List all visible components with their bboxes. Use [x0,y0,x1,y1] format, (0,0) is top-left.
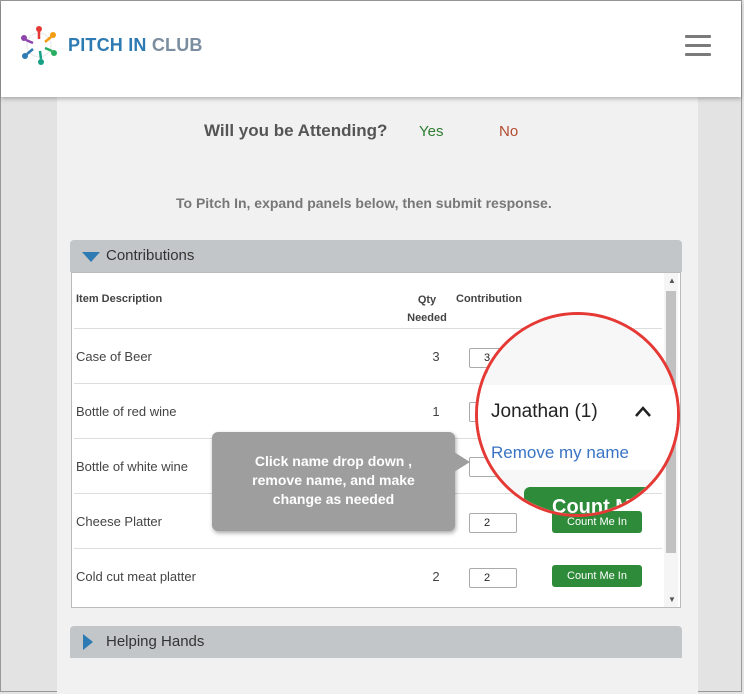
callout-pointer [454,452,470,472]
remove-my-name-link[interactable]: Remove my name [491,443,629,463]
hamburger-menu-icon[interactable] [685,35,711,57]
qty-needed: 1 [432,404,440,419]
attending-question: Will you be Attending? [204,121,388,140]
contributions-panel-label: Contributions [106,247,195,264]
helping-hands-panel-header[interactable]: Helping Hands [70,626,682,658]
contribution-input[interactable]: 2 [469,568,517,588]
col-header-qty: Qty Needed [407,294,447,324]
contributions-panel-header[interactable]: Contributions [70,240,682,272]
item-description: Bottle of white wine [76,459,189,474]
brand-club: CLUB [151,35,203,55]
attend-yes-button[interactable]: Yes [419,123,443,140]
col-header-contribution: Contribution [456,293,522,305]
zoom-highlight-circle: Jonathan (1) Remove my name Count M [475,312,680,517]
scroll-down-arrow-icon[interactable]: ▼ [668,595,676,604]
zoom-background-top [478,315,677,385]
brand-name[interactable]: PITCH IN CLUB [68,35,203,56]
scroll-up-arrow-icon[interactable]: ▲ [668,276,676,285]
col-header-item: Item Description [76,293,163,305]
zoomed-count-me-in-button[interactable]: Count M [524,487,677,514]
brand-pitch-in: PITCH IN [68,35,147,55]
helping-hands-panel-label: Helping Hands [106,633,205,650]
contribution-input[interactable]: 2 [469,513,517,533]
item-description: Cold cut meat platter [76,569,196,584]
item-description: Bottle of red wine [76,404,177,419]
item-description: Case of Beer [76,349,152,364]
count-me-in-button[interactable]: Count Me In [552,565,642,587]
instruction-callout: Click name drop down , remove name, and … [212,432,455,531]
qty-needed: 3 [432,349,440,364]
pitch-in-club-logo-icon[interactable] [19,25,59,65]
contributor-name-dropdown[interactable]: Jonathan (1) [491,401,598,423]
chevron-up-icon[interactable] [634,403,652,421]
pitch-in-instruction: To Pitch In, expand panels below, then s… [176,195,552,211]
table-row: Cold cut meat platter 2 2 Count Me In [74,548,662,604]
expanded-caret-icon [82,252,100,262]
attend-no-button[interactable]: No [499,123,518,140]
callout-text: Click name drop down , remove name, and … [252,453,415,507]
qty-needed: 2 [432,569,440,584]
item-description: Cheese Platter [76,514,162,529]
app-header: PITCH IN CLUB [1,1,741,97]
collapsed-caret-icon [83,634,93,650]
